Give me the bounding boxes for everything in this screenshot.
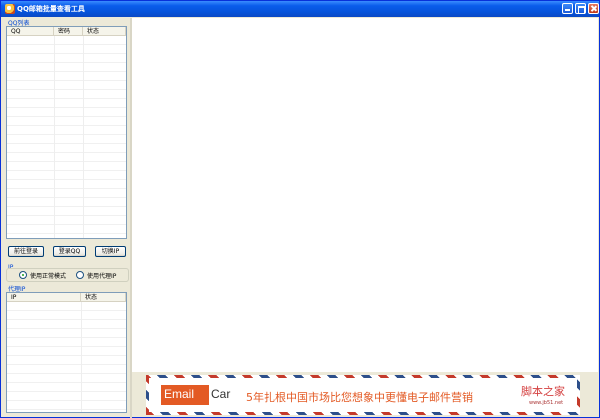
- column-header-ip[interactable]: IP: [7, 293, 81, 302]
- column-divider: [126, 302, 127, 412]
- emailcar-banner[interactable]: Email Car 5年扎根中国市场比您想象中更懂电子邮件营销: [146, 375, 580, 415]
- banner-slogan: 5年扎根中国市场比您想象中更懂电子邮件营销: [246, 391, 473, 404]
- qq-list-view[interactable]: QQ 密码 状态: [6, 26, 127, 239]
- title-bar[interactable]: QQ邮箱批量查看工具: [1, 1, 599, 17]
- app-window: QQ邮箱批量查看工具 QQ列表 QQ 密码 状态 前往登录 登录QQ 切换IP …: [0, 0, 600, 418]
- proxy-ip-radio[interactable]: [76, 271, 84, 279]
- qq-list-body: [7, 36, 126, 238]
- close-button[interactable]: [588, 3, 599, 14]
- switch-ip-button[interactable]: 切换IP: [95, 246, 126, 257]
- maximize-button[interactable]: [575, 3, 586, 14]
- column-divider: [126, 36, 127, 238]
- qq-list-header: QQ 密码 状态: [7, 27, 126, 36]
- column-header-qq[interactable]: QQ: [7, 27, 54, 36]
- site-watermark-url: www.jb51.net: [529, 400, 564, 406]
- proxy-ip-list-body: [7, 302, 126, 412]
- app-icon: [5, 4, 15, 14]
- logo-email-text: Email: [164, 387, 195, 401]
- login-qq-button[interactable]: 登录QQ: [53, 246, 86, 257]
- column-header-status[interactable]: 状态: [83, 27, 126, 36]
- normal-mode-label[interactable]: 使用正常模式: [30, 271, 66, 280]
- logo-car-text: Car: [211, 387, 231, 401]
- site-watermark: 脚本之家: [521, 385, 565, 398]
- proxy-ip-list-header: IP 状态: [7, 293, 126, 302]
- go-login-button[interactable]: 前往登录: [8, 246, 44, 257]
- emailcar-logo: Email: [161, 385, 209, 405]
- column-divider: [54, 36, 55, 238]
- column-divider: [83, 36, 84, 238]
- proxy-ip-option-label[interactable]: 使用代理IP: [87, 271, 116, 280]
- normal-mode-radio[interactable]: [19, 271, 27, 279]
- column-header-status[interactable]: 状态: [81, 293, 126, 302]
- column-header-password[interactable]: 密码: [54, 27, 83, 36]
- window-title: QQ邮箱批量查看工具: [17, 5, 85, 13]
- column-divider: [81, 302, 82, 412]
- main-content-panel[interactable]: [132, 18, 598, 372]
- minimize-button[interactable]: [562, 3, 573, 14]
- proxy-ip-list-view[interactable]: IP 状态: [6, 292, 127, 413]
